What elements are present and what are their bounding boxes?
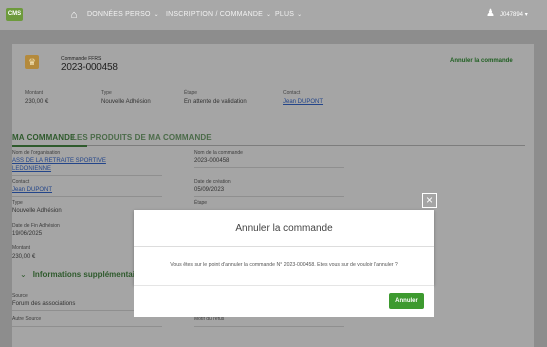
additional-info-toggle[interactable]: ⌄ Informations supplémentaires [20, 270, 147, 279]
nav-label: PLUS [275, 11, 295, 18]
meta-value: Nouvelle Adhésion [101, 99, 151, 105]
nav-label: INSCRIPTION / COMMANDE [166, 11, 263, 18]
confirm-cancel-button[interactable]: Annuler [389, 293, 424, 309]
meta-value: 230,00 € [25, 99, 49, 105]
cancel-order-dialog: Annuler la commande Vous êtes sur le poi… [134, 210, 434, 285]
field-divider [12, 175, 162, 176]
cancel-order-button[interactable]: Annuler la commande [450, 58, 513, 64]
field-label: Étape [194, 200, 208, 206]
field-label: Nom de la commande [194, 150, 243, 156]
active-tab-indicator [12, 145, 87, 147]
dialog-header: Annuler la commande [134, 210, 434, 247]
nav-donnees-perso[interactable]: DONNÉES PERSO ⌄ [87, 11, 159, 18]
field-label: Date de création [194, 179, 231, 185]
chevron-down-icon: ⌄ [265, 12, 272, 18]
field-divider [194, 196, 344, 197]
field-label: Source [12, 293, 28, 299]
order-number: 2023-000458 [61, 62, 118, 73]
close-icon[interactable]: × [422, 193, 437, 208]
dialog-title: Annuler la commande [235, 223, 333, 234]
contact-link[interactable]: Jean DUPONT [283, 99, 323, 105]
tab-produits[interactable]: LES PRODUITS DE MA COMMANDE [72, 133, 212, 142]
dialog-footer: Annuler [134, 285, 434, 317]
tab-bar: MA COMMANDE LES PRODUITS DE MA COMMANDE [12, 133, 525, 146]
nav-plus[interactable]: PLUS ⌄ [275, 11, 302, 18]
meta-label: Montant [25, 90, 44, 96]
chevron-down-icon: ⌄ [20, 270, 27, 279]
chevron-down-icon: ⌄ [153, 12, 159, 18]
field-label: Date de Fin Adhésion [12, 223, 60, 229]
field-label: Montant [12, 245, 31, 251]
nav-label: DONNÉES PERSO [87, 11, 151, 18]
meta-label: Type [101, 90, 112, 96]
field-divider [194, 167, 344, 168]
meta-label: Contact [283, 90, 301, 96]
field-label: Nom de l'organisation [12, 150, 61, 156]
field-value: 230,00 € [12, 254, 36, 260]
field-label: Type [12, 200, 23, 206]
top-navbar: CMS ⌂ DONNÉES PERSO ⌄ INSCRIPTION / COMMA… [0, 0, 547, 30]
tab-ma-commande[interactable]: MA COMMANDE [12, 133, 75, 142]
field-value: Nouvelle Adhésion [12, 208, 62, 214]
field-label: Contact [12, 179, 30, 185]
field-value: 05/09/2023 [194, 187, 225, 193]
chevron-down-icon: ⌄ [297, 12, 303, 18]
organisation-link[interactable]: ASS DE LA RETRAITE SPORTIVE [12, 157, 106, 165]
bell-icon[interactable]: ♟ [486, 9, 495, 19]
organisation-link-line2[interactable]: LEDONIENNE [12, 165, 51, 173]
section-title: Informations supplémentaires [32, 270, 147, 279]
meta-label: Étape [184, 90, 198, 96]
app-logo[interactable]: CMS [6, 8, 23, 21]
nav-inscription-commande[interactable]: INSCRIPTION / COMMANDE ⌄ [166, 11, 271, 18]
field-value: Forum des associations [12, 301, 76, 307]
field-value: 2023-000458 [194, 158, 230, 164]
crown-icon: ♛ [25, 55, 39, 69]
home-icon[interactable]: ⌂ [67, 8, 81, 22]
field-value: 19/06/2025 [12, 231, 43, 237]
user-menu[interactable]: J047894 ▾ [500, 11, 528, 18]
dialog-message: Vous êtes sur le point d'annuler la comm… [170, 262, 398, 268]
field-divider [194, 326, 344, 327]
contact-field-link[interactable]: Jean DUPONT [12, 186, 52, 194]
field-divider [12, 196, 162, 197]
field-label: Autre Source [12, 316, 42, 322]
meta-value: En attente de validation [184, 99, 247, 105]
field-divider [12, 326, 162, 327]
